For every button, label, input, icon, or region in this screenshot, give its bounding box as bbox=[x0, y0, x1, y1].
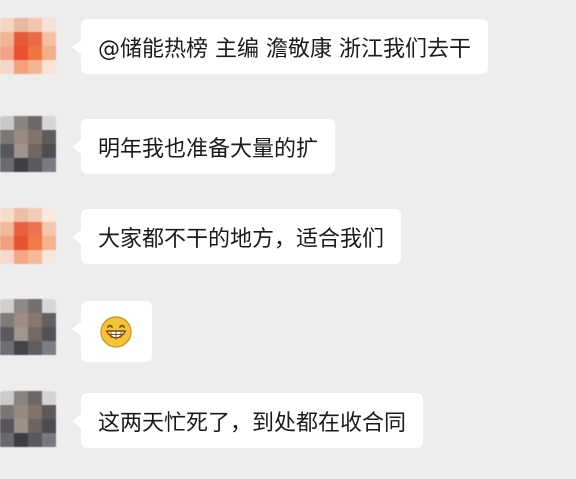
message-text: 明年我也准备大量的扩 bbox=[98, 136, 319, 162]
avatar[interactable] bbox=[0, 18, 56, 80]
chat-message bbox=[0, 299, 576, 369]
chat-message: @储能热榜 主编 澹敬康 浙江我们去干 bbox=[0, 18, 576, 89]
message-text: 这两天忙死了，到处都在收合同 bbox=[98, 410, 407, 436]
chat-window: @储能热榜 主编 澹敬康 浙江我们去干 明年我也准备大量的扩 大家都不干的地方，… bbox=[0, 0, 576, 479]
message-text: 大家都不干的地方，适合我们 bbox=[98, 226, 385, 252]
message-text: @储能热榜 主编 澹敬康 浙江我们去干 bbox=[98, 36, 471, 62]
message-bubble[interactable]: 这两天忙死了，到处都在收合同 bbox=[71, 393, 424, 448]
grinning-face-icon bbox=[100, 315, 132, 348]
message-bubble[interactable]: @储能热榜 主编 澹敬康 浙江我们去干 bbox=[72, 19, 488, 74]
chat-message: 明年我也准备大量的扩 bbox=[0, 116, 576, 186]
avatar[interactable] bbox=[0, 299, 56, 361]
message-bubble[interactable]: 明年我也准备大量的扩 bbox=[71, 119, 336, 174]
avatar[interactable] bbox=[0, 116, 56, 178]
chat-message: 这两天忙死了，到处都在收合同 bbox=[0, 391, 576, 461]
chat-message: 大家都不干的地方，适合我们 bbox=[0, 208, 576, 279]
avatar[interactable] bbox=[0, 391, 56, 453]
avatar[interactable] bbox=[0, 208, 56, 270]
message-bubble[interactable]: 大家都不干的地方，适合我们 bbox=[71, 209, 402, 264]
message-bubble[interactable] bbox=[72, 301, 152, 362]
